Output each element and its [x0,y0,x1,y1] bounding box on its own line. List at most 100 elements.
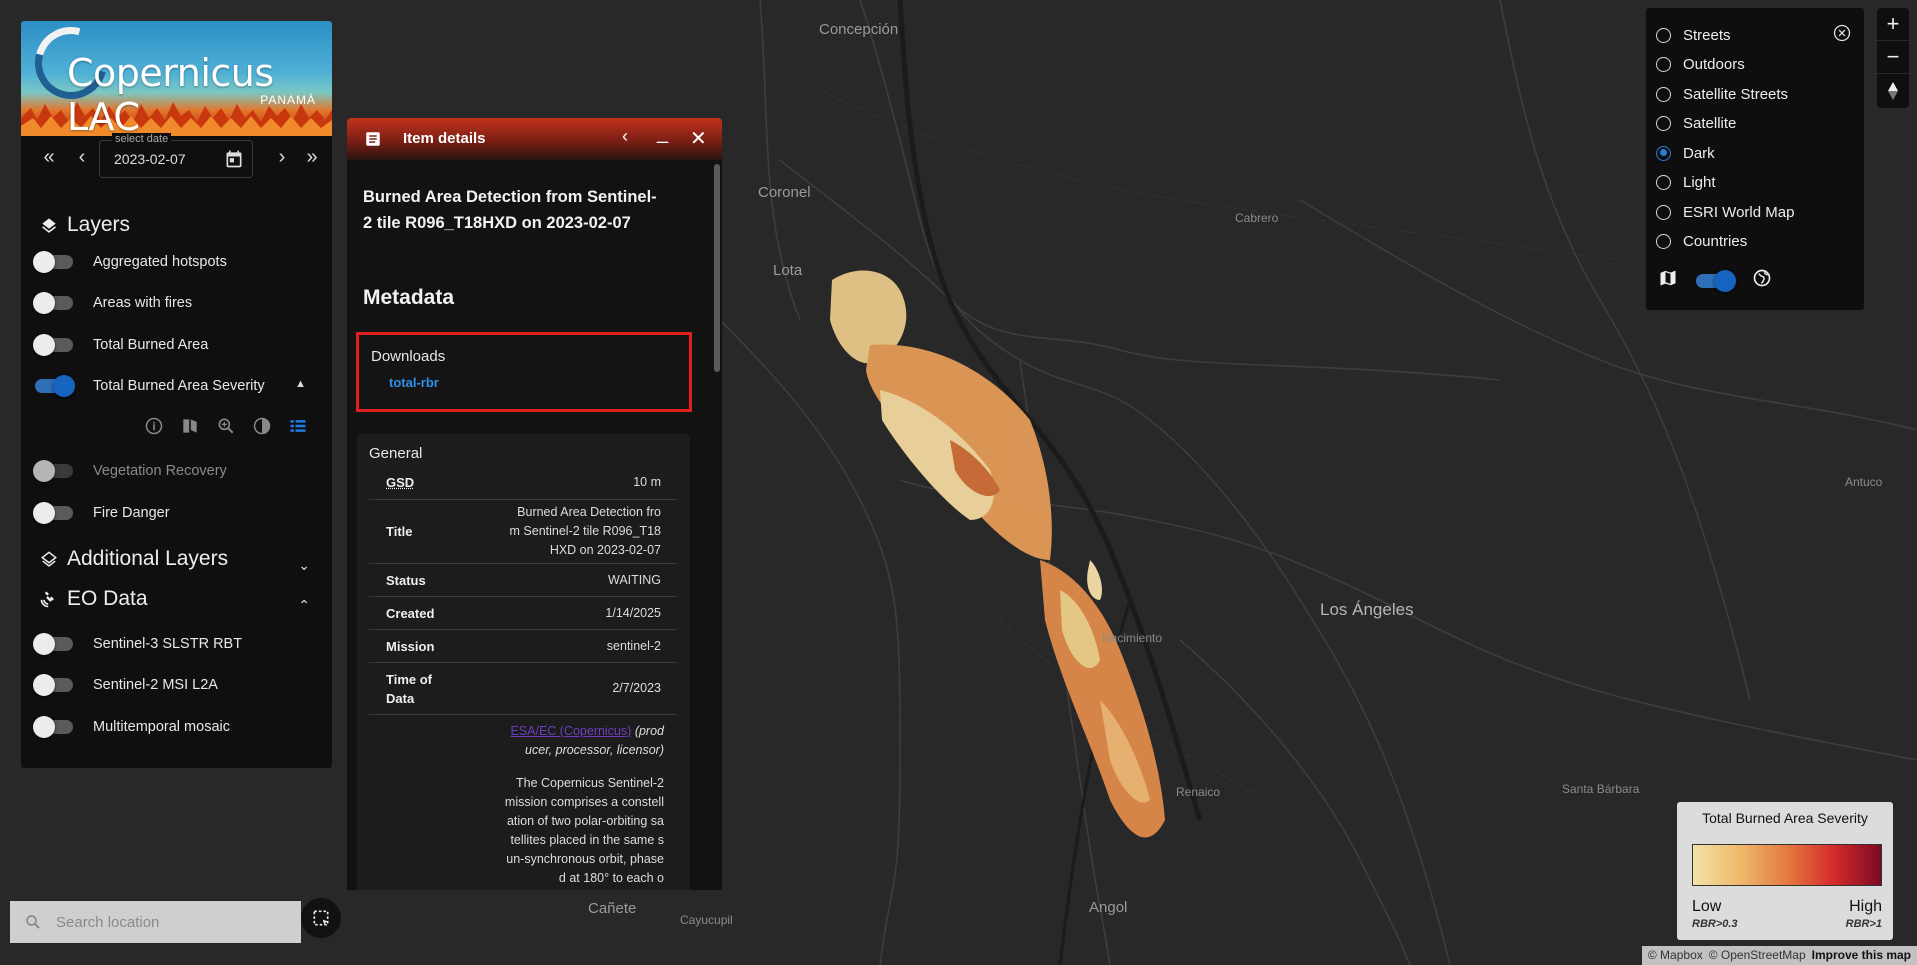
legend-high-label: High [1849,898,1882,915]
projection-toggle-row [1658,268,1772,293]
basemap-option-satellite[interactable]: Satellite [1656,112,1736,134]
toggle-switch[interactable] [33,674,73,696]
layer-label: Fire Danger [93,505,170,521]
basemap-option-streets[interactable]: Streets [1656,24,1731,46]
minimize-icon[interactable]: _ [657,122,668,145]
radio-button[interactable] [1656,27,1671,43]
basemap-option-outdoors[interactable]: Outdoors [1656,53,1745,75]
basemap-option-dark[interactable]: Dark [1656,142,1715,164]
legend-list-icon[interactable] [287,415,309,437]
legend-title: Total Burned Area Severity [1702,810,1868,826]
close-basemaps-icon[interactable] [1832,23,1852,48]
place-label: Coronel [758,184,811,201]
document-icon [364,130,382,153]
legend-gradient [1692,844,1882,886]
next-date-button[interactable]: › [269,146,295,169]
mapbox-attribution[interactable]: © Mapbox [1648,948,1703,963]
metadata-value: 2/7/2023 [612,681,661,695]
reset-bearing-button[interactable] [1877,74,1909,107]
metadata-row-time-of-data: Time of Data 2/7/2023 [369,663,677,715]
toggle-switch[interactable] [33,251,73,273]
radio-button[interactable] [1656,86,1671,102]
first-date-button[interactable]: « [36,146,62,169]
last-date-button[interactable]: » [299,146,325,169]
radio-button[interactable] [1656,115,1671,131]
toggle-switch[interactable] [35,375,75,397]
metadata-row-mission: Mission sentinel-2 [369,630,677,663]
eo-data-heading[interactable]: EO Data [39,587,148,611]
close-icon[interactable]: ✕ [690,126,707,151]
collapse-eo-data-icon[interactable]: ⌃ [298,597,310,614]
back-icon[interactable]: ‹ [622,126,628,147]
toggle-switch[interactable] [33,502,73,524]
layer-toggle-total-burned-area[interactable]: Total Burned Area [33,331,208,359]
layer-toggle-aggregated-hotspots[interactable]: Aggregated hotspots [33,248,227,276]
layers-outline-icon [41,551,57,567]
radio-button[interactable] [1656,233,1671,249]
basemap-label: Dark [1683,144,1715,162]
area-select-button[interactable] [301,898,341,938]
date-picker[interactable]: select date 2023-02-07 [99,133,253,178]
radio-button[interactable] [1656,204,1671,220]
basemap-option-light[interactable]: Light [1656,171,1716,193]
layer-toggle-fire-danger[interactable]: Fire Danger [33,499,170,527]
search-input[interactable] [56,913,276,931]
eo-toggle-sentinel2[interactable]: Sentinel-2 MSI L2A [33,671,218,699]
toggle-switch[interactable] [33,292,73,314]
toggle-switch[interactable] [33,334,73,356]
basemap-label: Countries [1683,232,1748,250]
projection-toggle[interactable] [1696,269,1736,292]
eo-toggle-multitemporal[interactable]: Multitemporal mosaic [33,713,230,741]
eo-data-title: EO Data [67,587,148,610]
metadata-row-created: Created 1/14/2025 [369,597,677,630]
eo-toggle-sentinel3[interactable]: Sentinel-3 SLSTR RBT [33,630,242,658]
metadata-key: Mission [386,638,435,654]
osm-attribution[interactable]: © OpenStreetMap [1709,948,1806,963]
basemap-option-countries[interactable]: Countries [1656,230,1747,252]
toggle-switch[interactable] [33,716,73,738]
metadata-value: Burned Area Detection from Sentinel-2 ti… [509,505,661,557]
flat-map-icon[interactable] [1658,268,1678,293]
zoom-in-button[interactable]: + [1877,8,1909,41]
toggle-switch[interactable] [33,633,73,655]
layer-toggle-areas-with-fires[interactable]: Areas with fires [33,289,192,317]
compare-icon[interactable] [179,415,201,437]
place-label: Concepción [819,21,899,38]
metadata-key: Time of Data [386,671,432,706]
zoom-out-button[interactable]: − [1877,41,1909,74]
legend-low-label: Low [1692,898,1722,915]
info-icon[interactable] [143,415,165,437]
opacity-icon[interactable] [251,415,273,437]
radio-button[interactable] [1656,56,1671,72]
zoom-to-layer-icon[interactable] [215,415,237,437]
previous-date-button[interactable]: ‹ [69,146,95,169]
download-link-total-rbr[interactable]: total-rbr [389,375,439,390]
provider-link[interactable]: ESA/EC (Copernicus) [510,724,631,738]
metadata-key: Status [386,572,426,588]
radio-button[interactable] [1656,174,1671,190]
place-label: Cabrero [1235,211,1279,225]
layers-icon [41,218,57,233]
improve-map-link[interactable]: Improve this map [1812,948,1911,963]
item-details-header[interactable]: Item details ‹ _ ✕ [347,118,722,160]
layer-toggle-total-burned-area-severity[interactable]: Total Burned Area Severity [35,372,265,400]
basemap-option-satellite-streets[interactable]: Satellite Streets [1656,83,1788,105]
basemap-option-esri-world-map[interactable]: ESRI World Map [1656,201,1794,223]
globe-icon[interactable] [1752,268,1772,293]
expand-additional-layers-icon[interactable]: ⌄ [298,557,310,574]
place-label: Antuco [1845,475,1883,489]
basemap-label: Streets [1683,26,1731,44]
toggle-switch[interactable] [33,460,73,482]
additional-layers-heading[interactable]: Additional Layers [39,547,228,571]
metadata-key[interactable]: GSD [369,475,414,490]
calendar-icon[interactable] [224,149,244,174]
layer-tools [143,415,309,437]
details-scrollbar[interactable] [714,164,720,372]
radio-button-selected[interactable] [1656,145,1671,161]
collapse-layer-options-icon[interactable]: ▲ [295,378,306,390]
item-title: Burned Area Detection from Sentinel-2 ti… [363,188,657,232]
item-details-panel: Item details ‹ _ ✕ Burned Area Detection… [347,118,722,890]
legend-low-threshold: RBR>0.3 [1692,918,1738,930]
satellite-icon [40,591,54,608]
layer-toggle-vegetation-recovery[interactable]: Vegetation Recovery [33,457,227,485]
